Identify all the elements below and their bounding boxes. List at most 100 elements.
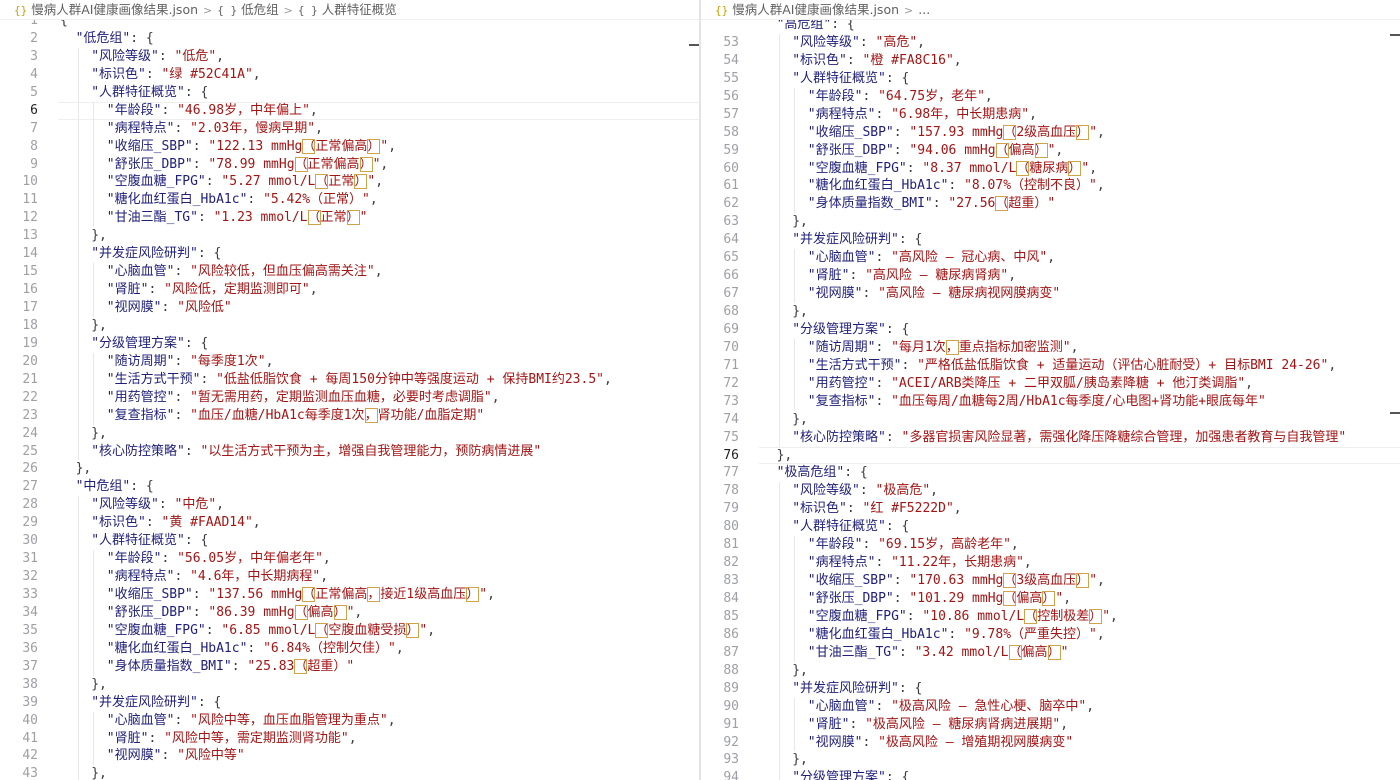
code-line[interactable]: 21 "生活方式干预": "低盐低脂饮食 + 每周150分钟中等强度运动 + 保持… — [0, 370, 699, 389]
code-line[interactable]: 88}, — [701, 661, 1400, 680]
json-punct: }, — [75, 461, 92, 477]
code-line[interactable]: 23 "复查指标": "血压/血糖/HbA1c每季度1次，肾功能/血脂定期" — [0, 406, 699, 425]
code-line[interactable]: 64 "并发症风险研判": { — [701, 231, 1400, 250]
code-line[interactable]: 5 "人群特征概览": { — [0, 83, 699, 102]
code-line[interactable]: 66 "肾脏": "高风险 — 糖尿病肾病", — [701, 267, 1400, 286]
code-line[interactable]: 31 "年龄段": "56.05岁，中年偏老年", — [0, 550, 699, 569]
code-line[interactable]: 27 "中危组": { — [0, 478, 699, 496]
code-line[interactable]: 57 "病程特点": "6.98年，中长期患病", — [701, 105, 1400, 124]
code-line[interactable]: 53 "风险等级": "高危", — [701, 33, 1400, 52]
scrollbar-marker[interactable] — [689, 44, 699, 46]
code-line[interactable]: 18}, — [0, 316, 699, 335]
code-line[interactable]: 2 "低危组": { — [0, 30, 699, 48]
code-line[interactable]: 20 "随访周期": "每季度1次", — [0, 352, 699, 371]
code-line[interactable]: 92 "视网膜": "极高风险 — 增殖期视网膜病变" — [701, 733, 1400, 752]
code-line[interactable]: 69 "分级管理方案": { — [701, 320, 1400, 339]
code-line[interactable]: 10 "空腹血糖_FPG": "5.27 mmol/L（正常）", — [0, 173, 699, 192]
code-line[interactable]: 81 "年龄段": "69.15岁，高龄老年", — [701, 536, 1400, 555]
code-line[interactable]: 11 "糖化血红蛋白_HbA1c": "5.42%（正常）", — [0, 191, 699, 210]
code-line[interactable]: 83 "收缩压_SBP": "170.63 mmHg（3级高血压）", — [701, 572, 1400, 590]
code-line[interactable]: 79 "标识色": "红 #F5222D", — [701, 500, 1400, 519]
breadcrumb-item[interactable]: { } 人群特征概览 — [298, 0, 397, 20]
code-line[interactable]: 33 "收缩压_SBP": "137.56 mmHg（正常偏高，接近1级高血压）"… — [0, 586, 699, 604]
code-line[interactable]: 67 "视网膜": "高风险 — 糖尿病视网膜病变" — [701, 285, 1400, 303]
code-line[interactable]: 91 "肾脏": "极高风险 — 糖尿病肾病进展期", — [701, 715, 1400, 734]
code-line[interactable]: 59 "舒张压_DBP": "94.06 mmHg（偏高）", — [701, 141, 1400, 160]
code-line[interactable]: 9 "舒张压_DBP": "78.99 mmHg（正常偏高）", — [0, 155, 699, 174]
code-line[interactable]: 56 "年龄段": "64.75岁，老年", — [701, 87, 1400, 106]
code-area[interactable]: "高危组": {53 "风险等级": "高危", 54 "标识色": "橙 #FA8C… — [701, 16, 1400, 780]
code-line[interactable]: 80 "人群特征概览": { — [701, 518, 1400, 537]
breadcrumb-item[interactable]: { } 低危组 — [217, 0, 278, 20]
code-line[interactable]: 43}, — [0, 765, 699, 780]
code-line[interactable]: 36 "糖化血红蛋白_HbA1c": "6.84%（控制欠佳）", — [0, 639, 699, 658]
code-line[interactable]: 71 "生活方式干预": "严格低盐低脂饮食 + 适量运动（评估心脏耐受）+ 目标… — [701, 356, 1400, 375]
code-line[interactable]: 25 "核心防控策略": "以生活方式干预为主，增强自我管理能力，预防病情进展" — [0, 442, 699, 461]
code-line[interactable]: 68}, — [701, 303, 1400, 321]
code-line[interactable]: 16 "肾脏": "风险低，定期监测即可", — [0, 281, 699, 299]
code-line[interactable]: 70 "随访周期": "每月1次，重点指标加密监测", — [701, 338, 1400, 357]
code-line[interactable]: 7 "病程特点": "2.03年，慢病早期", — [0, 119, 699, 138]
code-line[interactable]: 41 "肾脏": "风险中等，需定期监测肾功能", — [0, 729, 699, 748]
code-line[interactable]: 22 "用药管控": "暂无需用药，定期监测血压血糖，必要时考虑调脂", — [0, 388, 699, 407]
code-line[interactable]: 30 "人群特征概览": { — [0, 532, 699, 551]
code-line[interactable]: 89 "并发症风险研判": { — [701, 679, 1400, 698]
code-line[interactable]: 32 "病程特点": "4.6年，中长期病程", — [0, 568, 699, 586]
breadcrumb-item[interactable]: {} 慢病人群AI健康画像结果.json — [715, 0, 899, 20]
code-line[interactable]: 12 "甘油三酯_TG": "1.23 mmol/L（正常）" — [0, 209, 699, 228]
code-line[interactable]: 14 "并发症风险研判": { — [0, 245, 699, 264]
code-line[interactable]: 55 "人群特征概览": { — [701, 69, 1400, 88]
code-line[interactable]: 86 "糖化血红蛋白_HbA1c": "9.78%（严重失控）", — [701, 625, 1400, 644]
code-line[interactable]: 73 "复查指标": "血压每周/血糖每2周/HbA1c每季度/心电图+肾功能+眼… — [701, 392, 1400, 411]
editor-pane-right[interactable]: {} 慢病人群AI健康画像结果.json >... "高危组": {53 "风险等级"… — [701, 0, 1400, 780]
code-line[interactable]: 82 "病程特点": "11.22年，长期患病", — [701, 554, 1400, 573]
code-line[interactable]: 65 "心脑血管": "高风险 — 冠心病、中风", — [701, 249, 1400, 268]
code-line[interactable]: 93}, — [701, 751, 1400, 770]
code-line[interactable]: 19 "分级管理方案": { — [0, 334, 699, 353]
scrollbar-marker[interactable] — [1390, 34, 1400, 36]
code-line[interactable]: 60 "空腹血糖_FPG": "8.37 mmol/L（糖尿病）", — [701, 159, 1400, 178]
code-line[interactable]: 42 "视网膜": "风险中等" — [0, 747, 699, 766]
code-line[interactable]: 94 "分级管理方案": { — [701, 769, 1400, 780]
code-line[interactable]: 17 "视网膜": "风险低" — [0, 299, 699, 317]
code-line[interactable]: 40 "心脑血管": "风险中等，血压血脂管理为重点", — [0, 711, 699, 730]
code-line[interactable]: 75 "核心防控策略": "多器官损害风险显著，需强化降压降糖综合管理，加强患者教… — [701, 428, 1400, 447]
code-line[interactable]: 6 "年龄段": "46.98岁，中年偏上", — [0, 101, 699, 120]
code-line[interactable]: 37 "身体质量指数_BMI": "25.83（超重）" — [0, 657, 699, 676]
scrollbar-marker[interactable] — [1390, 412, 1400, 414]
json-key: "病程特点" — [807, 555, 876, 571]
code-line[interactable]: 26}, — [0, 460, 699, 478]
code-line[interactable]: 63}, — [701, 213, 1400, 232]
code-line[interactable]: 77 "极高危组": { — [701, 464, 1400, 482]
code-line[interactable]: 8 "收缩压_SBP": "122.13 mmHg（正常偏高）", — [0, 137, 699, 156]
code-line[interactable]: 76}, — [701, 446, 1400, 465]
code-line[interactable]: 62 "身体质量指数_BMI": "27.56（超重）" — [701, 195, 1400, 214]
code-line[interactable]: 74}, — [701, 410, 1400, 429]
breadcrumb-item[interactable]: ... — [918, 0, 930, 19]
code-line[interactable]: 72 "用药管控": "ACEI/ARB类降压 + 二甲双胍/胰岛素降糖 + 他汀… — [701, 374, 1400, 393]
breadcrumb-item[interactable]: {} 慢病人群AI健康画像结果.json — [14, 0, 198, 20]
code-line[interactable]: 35 "空腹血糖_FPG": "6.85 mmol/L（空腹血糖受损）", — [0, 621, 699, 640]
code-line[interactable]: 34 "舒张压_DBP": "86.39 mmHg（偏高）", — [0, 603, 699, 622]
code-line[interactable]: 90 "心脑血管": "极高风险 — 急性心梗、脑卒中", — [701, 697, 1400, 716]
code-area[interactable]: 1{2 "低危组": {3 "风险等级": "低危", 4 "标识色": "绿 #52C… — [0, 12, 699, 780]
code-line[interactable]: 15 "心脑血管": "风险较低，但血压偏高需关注", — [0, 263, 699, 282]
code-line[interactable]: 29 "标识色": "黄 #FAAD14", — [0, 514, 699, 533]
code-line[interactable]: 61 "糖化血红蛋白_HbA1c": "8.07%（控制不良）", — [701, 177, 1400, 196]
code-line[interactable]: 24}, — [0, 424, 699, 443]
code-line[interactable]: 4 "标识色": "绿 #52C41A", — [0, 65, 699, 84]
editor-pane-left[interactable]: {} 慢病人群AI健康画像结果.json >{ } 低危组 >{ } 人群特征概览 1{2… — [0, 0, 699, 780]
code-line[interactable]: 78 "风险等级": "极高危", — [701, 482, 1400, 501]
line-number: 81 — [723, 537, 739, 553]
code-line[interactable]: 58 "收缩压_SBP": "157.93 mmHg（2级高血压）", — [701, 123, 1400, 142]
code-line[interactable]: 3 "风险等级": "低危", — [0, 47, 699, 66]
code-line[interactable]: 84 "舒张压_DBP": "101.29 mmHg（偏高）", — [701, 590, 1400, 608]
code-line[interactable]: 13}, — [0, 227, 699, 246]
code-line[interactable]: 28 "风险等级": "中危", — [0, 496, 699, 515]
code-line[interactable]: 38}, — [0, 675, 699, 694]
code-line[interactable]: 85 "空腹血糖_FPG": "10.86 mmol/L（控制极差）", — [701, 607, 1400, 626]
code-line[interactable]: 39 "并发症风险研判": { — [0, 693, 699, 712]
code-line[interactable]: 54 "标识色": "橙 #FA8C16", — [701, 51, 1400, 70]
code-line[interactable]: 87 "甘油三酯_TG": "3.42 mmol/L（偏高）" — [701, 643, 1400, 662]
line-number: 73 — [723, 393, 739, 409]
